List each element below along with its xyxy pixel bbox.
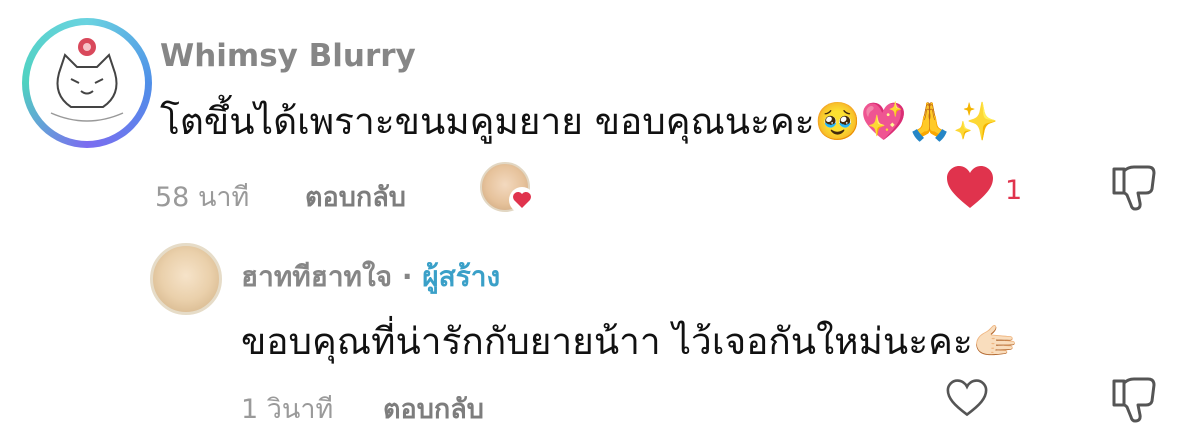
cat-logo-icon — [50, 38, 124, 122]
comment-author[interactable]: Whimsy Blurry — [160, 38, 416, 74]
thumbs-down-icon[interactable] — [1110, 375, 1158, 425]
creator-liked-heart-icon — [508, 186, 536, 214]
heart-filled-icon[interactable] — [945, 164, 995, 210]
reply-text: ขอบคุณที่น่ารักกับยายน้าา ไว้เจอกันใหม่น… — [241, 320, 1019, 363]
heart-outline-icon[interactable] — [945, 378, 989, 418]
commenter-avatar[interactable] — [22, 18, 152, 148]
reply-author-line: ฮาททีฮาทใจ · ผู้สร้าง — [241, 255, 500, 299]
reply-author-avatar[interactable] — [150, 243, 222, 315]
comment-text: โตขึ้นได้เพราะขนมคูมยาย ขอบคุณนะคะ🥹💖🙏✨ — [160, 100, 999, 143]
creator-badge: ผู้สร้าง — [422, 260, 501, 293]
thumbs-down-icon[interactable] — [1110, 163, 1158, 213]
avatar-logo — [29, 25, 145, 141]
reply-reply-button[interactable]: ตอบกลับ — [383, 387, 484, 430]
reply-author[interactable]: ฮาททีฮาทใจ — [241, 260, 392, 293]
like-count: 1 — [1005, 175, 1023, 206]
reply-time: 1 วินาที — [241, 394, 334, 425]
reply-button[interactable]: ตอบกลับ — [305, 175, 406, 218]
comment-time: 58 นาที — [155, 182, 250, 213]
separator-dot: · — [401, 260, 413, 293]
